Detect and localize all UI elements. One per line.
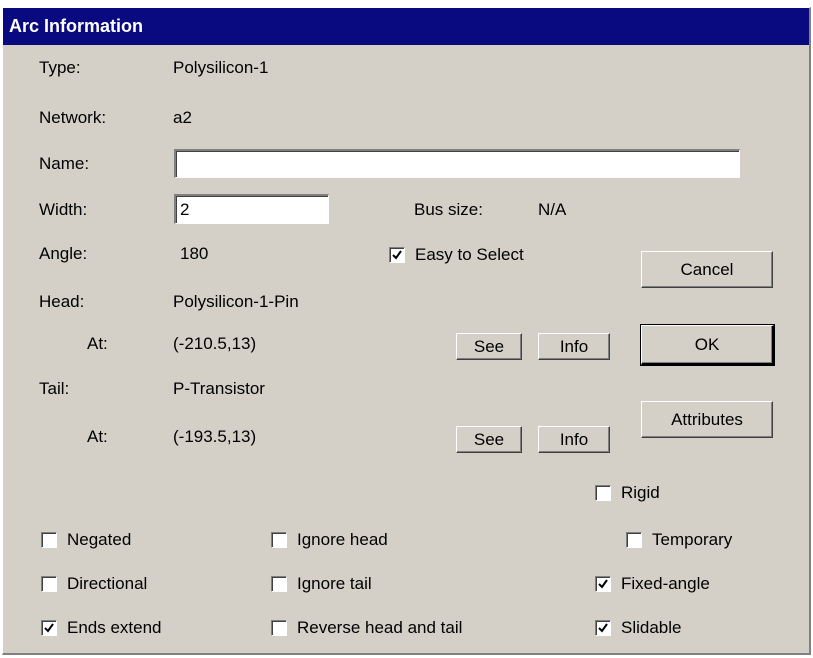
rigid-label: Rigid (621, 483, 660, 502)
reverse-head-tail-checkbox[interactable]: Reverse head and tail (271, 618, 462, 638)
checkmark-icon (598, 579, 608, 589)
ok-button[interactable]: OK (640, 324, 775, 366)
head-at-label: At: (87, 334, 108, 353)
dialog-title: Arc Information (3, 8, 809, 45)
ignore-head-checkbox[interactable]: Ignore head (271, 530, 388, 550)
directional-label: Directional (67, 574, 148, 593)
checkbox-box[interactable] (595, 576, 611, 592)
network-value: a2 (173, 108, 192, 127)
ignore-tail-checkbox[interactable]: Ignore tail (271, 574, 372, 594)
width-input[interactable] (174, 194, 329, 224)
checkbox-box[interactable] (271, 620, 287, 636)
checkmark-icon (392, 250, 402, 260)
temporary-label: Temporary (652, 530, 733, 549)
tail-value: P-Transistor (173, 379, 265, 398)
ends-extend-label: Ends extend (67, 618, 162, 637)
temporary-checkbox[interactable]: Temporary (626, 530, 732, 550)
angle-value: 180 (180, 244, 209, 263)
checkbox-box[interactable] (595, 620, 611, 636)
head-label: Head: (39, 292, 85, 311)
easy-to-select-checkbox[interactable]: Easy to Select (389, 245, 524, 265)
checkbox-box[interactable] (271, 576, 287, 592)
fixed-angle-checkbox[interactable]: Fixed-angle (595, 574, 710, 594)
head-at-value: (-210.5,13) (173, 334, 257, 353)
negated-checkbox[interactable]: Negated (41, 530, 131, 550)
checkbox-box[interactable] (41, 532, 57, 548)
negated-label: Negated (67, 530, 132, 549)
ignore-tail-label: Ignore tail (297, 574, 372, 593)
cancel-button[interactable]: Cancel (641, 251, 773, 288)
easy-to-select-label: Easy to Select (415, 245, 524, 264)
name-label: Name: (39, 154, 90, 173)
checkmark-icon (598, 623, 608, 633)
tail-see-button[interactable]: See (456, 426, 522, 453)
directional-checkbox[interactable]: Directional (41, 574, 147, 594)
checkbox-box[interactable] (595, 485, 611, 501)
checkbox-box[interactable] (389, 247, 405, 263)
tail-info-button[interactable]: Info (538, 426, 610, 453)
reverse-head-tail-label: Reverse head and tail (297, 618, 463, 637)
head-value: Polysilicon-1-Pin (173, 292, 299, 311)
ignore-head-label: Ignore head (297, 530, 388, 549)
head-info-button[interactable]: Info (538, 333, 610, 360)
fixed-angle-label: Fixed-angle (621, 574, 710, 593)
checkbox-box[interactable] (271, 532, 287, 548)
ends-extend-checkbox[interactable]: Ends extend (41, 618, 162, 638)
bus-size-value: N/A (538, 200, 567, 219)
width-label: Width: (39, 200, 88, 219)
rigid-checkbox[interactable]: Rigid (595, 483, 660, 503)
network-label: Network: (39, 108, 107, 127)
checkbox-box[interactable] (626, 532, 642, 548)
bus-size-label: Bus size: (414, 200, 483, 219)
tail-at-label: At: (87, 427, 108, 446)
checkbox-box[interactable] (41, 576, 57, 592)
tail-at-value: (-193.5,13) (173, 427, 257, 446)
type-label: Type: (39, 58, 81, 77)
arc-information-dialog: Arc Information Type: Polysilicon-1 Netw… (2, 7, 811, 655)
name-input[interactable] (174, 149, 740, 178)
angle-label: Angle: (39, 244, 88, 263)
slidable-checkbox[interactable]: Slidable (595, 618, 682, 638)
tail-label: Tail: (39, 379, 70, 398)
checkbox-box[interactable] (41, 620, 57, 636)
checkmark-icon (44, 623, 54, 633)
slidable-label: Slidable (621, 618, 682, 637)
type-value: Polysilicon-1 (173, 58, 269, 77)
attributes-button[interactable]: Attributes (641, 401, 773, 438)
head-see-button[interactable]: See (456, 333, 522, 360)
